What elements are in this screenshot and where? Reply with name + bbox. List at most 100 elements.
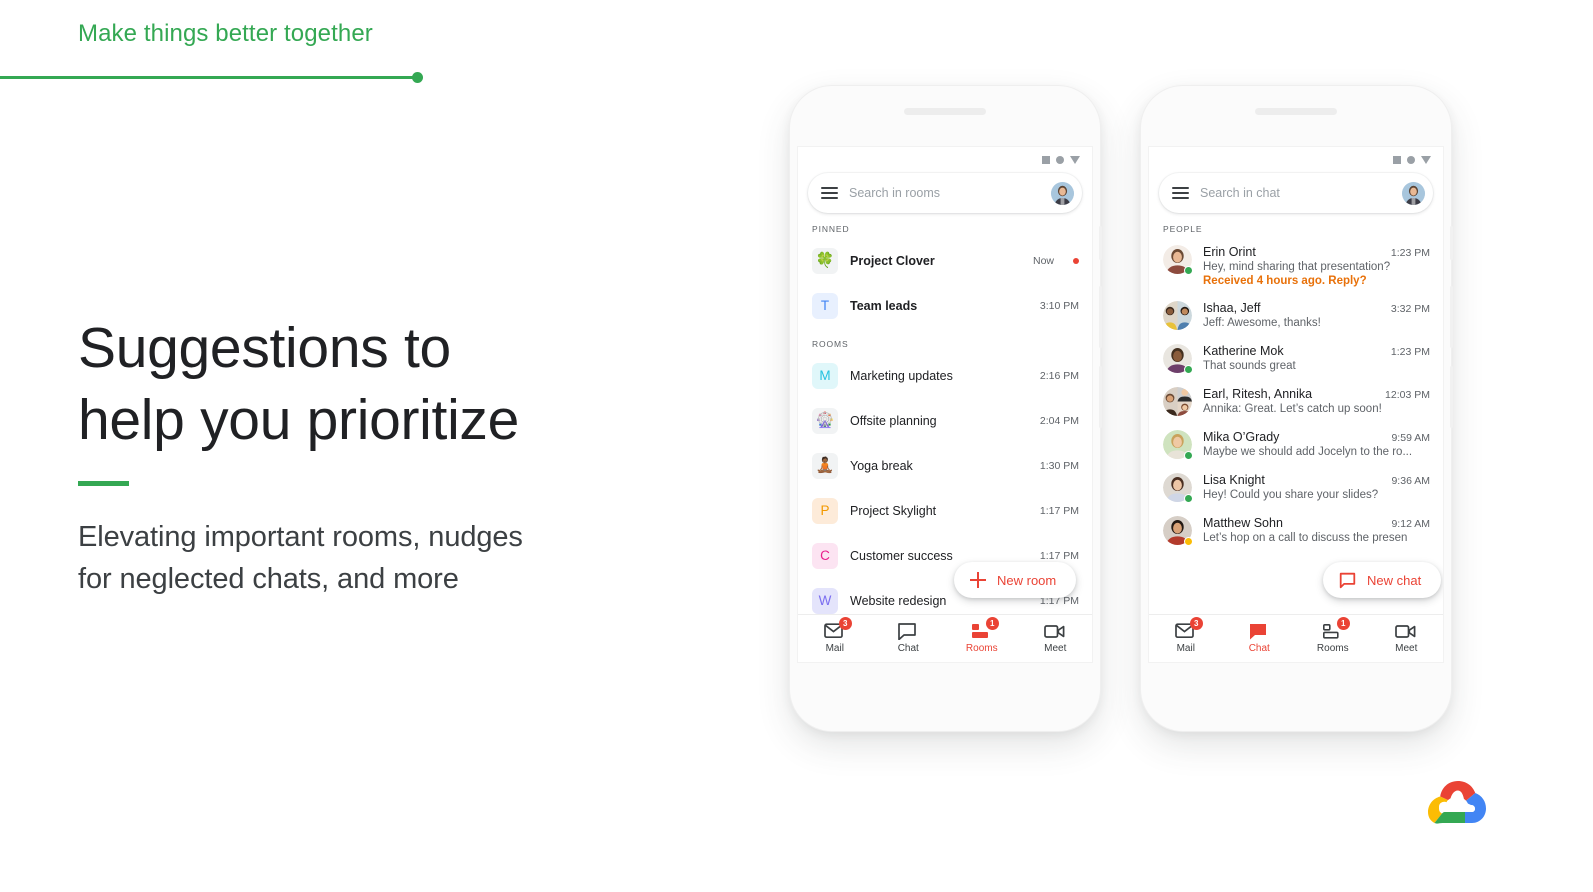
header-rule: [0, 71, 424, 83]
chat-contact-name: Mika O’Grady: [1203, 430, 1280, 444]
hamburger-menu-icon[interactable]: [821, 187, 838, 199]
phone-side-button: [1099, 286, 1102, 348]
phone-mockup-chat: Search in chat PEOPLE Erin Orint 1:23 PM H…: [1141, 86, 1453, 731]
room-list-item[interactable]: 🍀 Project Clover Now: [798, 238, 1092, 283]
chat-list-item[interactable]: Matthew Sohn 9:12 AM Let’s hop on a call t…: [1149, 509, 1443, 552]
search-bar-rooms[interactable]: Search in rooms: [808, 173, 1082, 213]
chat-timestamp: 1:23 PM: [1390, 346, 1430, 358]
chat-list-item[interactable]: Erin Orint 1:23 PM Hey, mind sharing that …: [1149, 238, 1443, 294]
new-chat-button[interactable]: New chat: [1323, 562, 1442, 598]
chat-timestamp: 3:32 PM: [1390, 303, 1430, 315]
chat-timestamp: 12:03 PM: [1385, 389, 1430, 401]
room-list-item[interactable]: 🎡 Offsite planning 2:04 PM: [798, 398, 1092, 443]
chat-avatar: [1163, 245, 1193, 275]
square-icon: [1042, 156, 1050, 164]
chat-header-row: Mika O’Grady 9:59 AM: [1203, 430, 1430, 444]
nav-item-label: Chat: [897, 643, 919, 654]
new-room-button[interactable]: New room: [954, 562, 1077, 598]
page-subtitle-line-2: for neglected chats, and more: [78, 563, 459, 595]
chat-list-item[interactable]: Earl, Ritesh, Annika 12:03 PM Annika: Grea…: [1149, 380, 1443, 423]
room-name: Marketing updates: [850, 368, 953, 383]
chat-snippet: Maybe we should add Jocelyn to the ro...: [1203, 446, 1413, 458]
room-list-item[interactable]: T Team leads 3:10 PM: [798, 283, 1092, 328]
presence-indicator: [1184, 494, 1193, 503]
room-list-item[interactable]: 🧘🏾 Yoga break 1:30 PM: [798, 443, 1092, 488]
chat-snippet: Annika: Great. Let’s catch up soon!: [1203, 403, 1382, 415]
chat-contact-name: Lisa Knight: [1203, 473, 1265, 487]
chat-header-row: Katherine Mok 1:23 PM: [1203, 344, 1430, 358]
chat-list-item[interactable]: Katherine Mok 1:23 PM That sounds great: [1149, 337, 1443, 380]
nav-item-meet[interactable]: Meet: [1019, 623, 1093, 654]
chat-timestamp: 1:23 PM: [1390, 247, 1430, 259]
chat-contact-name: Earl, Ritesh, Annika: [1203, 387, 1313, 401]
search-bar-chat[interactable]: Search in chat: [1159, 173, 1433, 213]
chat-contact-name: Matthew Sohn: [1203, 516, 1283, 530]
hamburger-menu-icon[interactable]: [1172, 187, 1189, 199]
rooms-icon: 1: [971, 617, 999, 640]
nudge-suggestion[interactable]: Received 4 hours ago. Reply?: [1203, 275, 1430, 287]
chat-header-row: Lisa Knight 9:36 AM: [1203, 473, 1430, 487]
page-title-line-1: Suggestions to: [78, 316, 451, 380]
chat-body: Mika O’Grady 9:59 AM Maybe we should add J…: [1203, 430, 1430, 458]
header-rule-line: [0, 76, 418, 79]
chat-avatar: [1163, 430, 1193, 460]
chat-avatar: [1163, 473, 1193, 503]
chat-body: Matthew Sohn 9:12 AM Let’s hop on a call t…: [1203, 516, 1430, 544]
notification-badge: 1: [1336, 617, 1350, 630]
nav-item-meet[interactable]: Meet: [1370, 623, 1444, 654]
room-list-item[interactable]: M Marketing updates 2:16 PM: [798, 353, 1092, 398]
chat-bubble-icon: [1339, 572, 1356, 588]
circle-icon: [1056, 156, 1064, 164]
room-avatar: 🧘🏾: [812, 452, 838, 479]
avatar[interactable]: [1051, 181, 1074, 205]
room-name: Team leads: [850, 298, 918, 313]
new-room-label: New room: [997, 572, 1057, 588]
bottom-nav-rooms: 3 Mail Chat 1 Rooms Meet: [798, 614, 1092, 662]
triangle-down-icon: [1070, 156, 1080, 164]
chat-body: Lisa Knight 9:36 AM Hey! Could you share y…: [1203, 473, 1430, 501]
chat-avatar: [1163, 344, 1193, 374]
bottom-nav-chat: 3 Mail Chat 1 Rooms Meet: [1149, 614, 1443, 662]
search-input-rooms[interactable]: Search in rooms: [849, 186, 1040, 200]
chat-list-item[interactable]: Ishaa, Jeff 3:32 PM Jeff: Awesome, thanks!: [1149, 294, 1443, 337]
chat-avatar: [1163, 516, 1193, 546]
unread-dot: [1073, 257, 1079, 264]
chat-snippet: Hey! Could you share your slides?: [1203, 489, 1379, 501]
room-avatar: P: [812, 497, 838, 524]
nav-item-rooms[interactable]: 1 Rooms: [1296, 617, 1370, 654]
nav-item-mail[interactable]: 3 Mail: [1149, 617, 1223, 654]
presence-indicator: [1184, 451, 1193, 460]
nav-item-rooms[interactable]: 1 Rooms: [945, 617, 1019, 654]
room-list-item[interactable]: P Project Skylight 1:17 PM: [798, 488, 1092, 533]
mail-icon: 3: [823, 617, 852, 640]
title-underline-dash: [78, 481, 129, 486]
chat-contact-name: Ishaa, Jeff: [1203, 301, 1261, 315]
chat-body: Earl, Ritesh, Annika 12:03 PM Annika: Grea…: [1203, 387, 1430, 415]
chat-list-item[interactable]: Mika O’Grady 9:59 AM Maybe we should add J…: [1149, 423, 1443, 466]
triangle-down-icon: [1421, 156, 1431, 164]
new-chat-label: New chat: [1367, 572, 1422, 588]
room-timestamp: Now: [1032, 254, 1054, 267]
chat-header-row: Matthew Sohn 9:12 AM: [1203, 516, 1430, 530]
chat-header-row: Ishaa, Jeff 3:32 PM: [1203, 301, 1430, 315]
avatar-photo: [1163, 387, 1192, 416]
status-bar: [798, 147, 1092, 169]
chat-header-row: Erin Orint 1:23 PM: [1203, 245, 1430, 259]
rooms-icon: 1: [1322, 617, 1350, 640]
avatar[interactable]: [1402, 181, 1425, 205]
nav-item-chat[interactable]: Chat: [872, 623, 946, 654]
chat-list-item[interactable]: Lisa Knight 9:36 AM Hey! Could you share y…: [1149, 466, 1443, 509]
section-label-rooms: ROOMS: [812, 339, 849, 349]
room-avatar: 🎡: [812, 407, 838, 434]
chat-snippet: Jeff: Awesome, thanks!: [1203, 317, 1321, 329]
room-name: Customer success: [850, 548, 953, 563]
notification-badge: 3: [1189, 617, 1203, 630]
nav-item-mail[interactable]: 3 Mail: [798, 617, 872, 654]
search-input-chat[interactable]: Search in chat: [1200, 186, 1391, 200]
chat-body: Erin Orint 1:23 PM Hey, mind sharing that …: [1203, 245, 1430, 287]
section-label-pinned: PINNED: [812, 224, 850, 234]
phone-speaker-grille: [904, 108, 986, 115]
nav-item-chat[interactable]: Chat: [1223, 623, 1297, 654]
room-timestamp: 2:04 PM: [1039, 414, 1079, 427]
section-label-people: PEOPLE: [1163, 224, 1203, 234]
